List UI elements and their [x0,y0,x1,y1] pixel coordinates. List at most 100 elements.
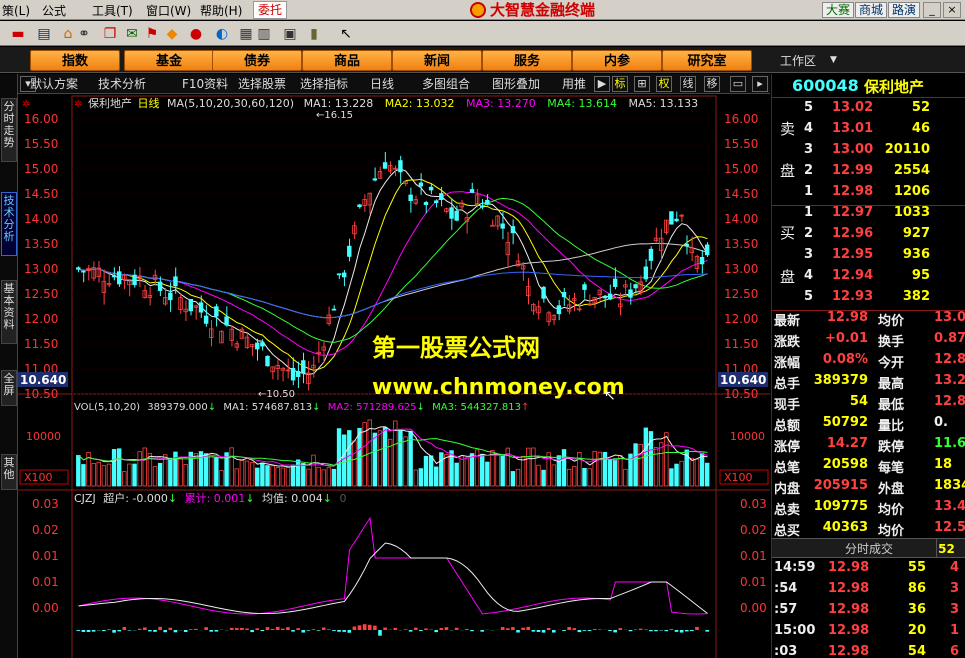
nav-news[interactable]: 新闻 [392,50,482,71]
menu-tools[interactable]: 工具(T) [92,2,133,19]
menu-help[interactable]: 帮助(H) [200,2,242,19]
menu-formula[interactable]: 公式 [42,2,66,19]
tag-icon[interactable]: ◐ [212,24,232,43]
cjzj-bar [204,627,208,630]
stat-row: 涨停 14.27 跌停 11.6 [772,436,965,457]
cjzj-tick-left: 0.03 [32,497,59,511]
nav-commodity[interactable]: 商品 [302,50,392,71]
tab-technical[interactable]: 技术分析 [1,192,17,256]
chart-area[interactable]: 16.00 16.00 15.50 15.50 15.00 15.00 14.50 14.50… [18,94,770,658]
overlay-button[interactable]: 图形叠加 [492,76,540,92]
trades-header[interactable]: 分时成交 52 [772,538,965,558]
mark-button[interactable]: 标 [612,76,628,92]
tab-fullscreen[interactable]: 全屏 [1,370,17,406]
crosshair-icon[interactable]: ⊞ [634,76,650,92]
settings-gear-icon[interactable]: ✲ [22,99,30,110]
stat-row: 最新 12.98 均价 13.0 [772,310,965,331]
workarea-dropdown-icon[interactable]: ▼ [830,55,837,65]
candle-body [556,305,562,315]
tab-fundamentals[interactable]: 基本资料 [1,280,17,344]
trade-row: 14:59 12.98 55 4 [772,560,965,581]
select-indicator-button[interactable]: 选择指标 [300,76,348,92]
nav-index[interactable]: 指数 [30,50,120,71]
buy-price: 12.93 [832,289,874,304]
help-pointer-icon[interactable]: ↖ [336,24,356,43]
minimize-icon[interactable]: _ [923,2,941,18]
stat-row: 总卖 109775 均价 13.4 [772,499,965,520]
zoom-icon[interactable]: ▭ [730,76,746,92]
nav-bond[interactable]: 债券 [212,50,302,71]
y-tick-right: 13.50 [724,237,758,251]
nav-insider[interactable]: 内参 [572,50,662,71]
close-icon[interactable]: × [943,2,961,18]
rights-button[interactable]: 权 [656,76,672,92]
play-icon[interactable]: ▶ [594,76,610,92]
volume-bar [111,449,117,487]
push-button[interactable]: 用推 [562,76,586,92]
trade-button[interactable]: 委托 [253,1,287,19]
cjzj-bar [281,628,285,630]
menu-window[interactable]: 窗口(W) [146,2,191,19]
move-button[interactable]: 移 [704,76,720,92]
logo2-icon[interactable]: ● [186,24,206,43]
nav-fund[interactable]: 基金 [124,50,214,71]
print-icon[interactable]: ▤ [34,24,54,43]
copy-icon[interactable]: ❐ [100,24,120,43]
candle-body [173,276,178,287]
cjzj-bar [173,630,178,633]
nav-service[interactable]: 服务 [482,50,572,71]
buy-row: 4 12.94 95 [772,268,965,289]
cjzj-bar [638,628,643,630]
stat-label: 最高 [878,377,905,392]
y-tick-left: 12.00 [24,312,58,326]
tech-analysis-button[interactable]: 技术分析 [98,76,146,92]
select-stock-button[interactable]: 选择股票 [238,76,286,92]
window-icon[interactable]: ▣ [280,24,300,43]
calendar-icon[interactable]: ▦ [236,24,256,43]
cjzj-tick-right: 0.02 [740,523,767,537]
y-tick-right: 10.50 [724,387,758,401]
stat-label: 总买 [774,524,801,539]
volume-bar [290,464,296,487]
candle-body [480,205,485,208]
stat-value: 0. [934,415,948,430]
cjzj-bar [286,627,290,630]
candle-body [704,244,710,256]
settings-gear-icon-2[interactable]: ✲ [74,99,82,110]
buy-level: 5 [804,289,814,304]
multi-chart-button[interactable]: 多图组合 [422,76,470,92]
next-panel-icon[interactable]: ▸ [752,76,768,92]
cjzj-bar [403,629,408,630]
cjzj-bar [117,630,122,632]
grid-icon[interactable]: ▥ [254,24,274,43]
contest-link[interactable]: 大赛 [822,2,855,18]
flag-icon[interactable]: ⚑ [142,24,162,43]
period-select[interactable]: 日线 [370,76,394,92]
line-button[interactable]: 线 [680,76,696,92]
buy-price: 12.94 [832,268,874,283]
cjzj-bar [592,628,597,630]
mall-link[interactable]: 商城 [855,2,888,18]
trade-icon[interactable]: ▬ [8,24,28,43]
nav-research[interactable]: 研究室 [662,50,752,71]
books-icon[interactable]: ▮ [304,24,324,43]
f10-button[interactable]: F10资料 [182,76,228,92]
tab-intraday[interactable]: 分时走势 [1,98,17,162]
volume-bar [423,455,429,487]
menu-strategy[interactable]: 策(L) [2,2,30,19]
diamond-icon[interactable]: ◆ [162,24,182,43]
stat-label: 换手 [878,335,905,350]
binoculars-icon[interactable]: ⚭ [74,24,94,43]
tab-other[interactable]: 其他 [1,454,17,490]
scheme-select[interactable]: 默认方案 [30,76,78,92]
roadshow-link[interactable]: 路演 [888,2,921,18]
candle-body [336,273,342,276]
sell-level: 1 [804,184,814,199]
trades-page-button[interactable]: 52 [936,539,956,557]
volume-bar [255,467,260,487]
vol-tick-right: 10000 [730,430,765,443]
cjzj-bar [546,627,551,630]
cjzj-bar [521,627,525,630]
alert-icon[interactable]: ✉ [122,24,142,43]
workarea-label[interactable]: 工作区 [780,52,816,69]
